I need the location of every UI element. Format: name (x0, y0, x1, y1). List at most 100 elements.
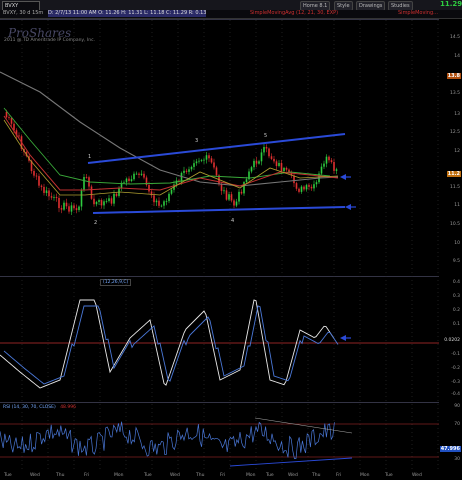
candle-body (183, 170, 185, 173)
candle-body (83, 177, 85, 191)
candle-body (265, 147, 268, 149)
candle-body (273, 158, 275, 162)
candle-body (255, 160, 258, 164)
candle-body (325, 156, 328, 164)
candle-body (168, 193, 170, 202)
chart-plot[interactable] (0, 0, 462, 480)
candle-body (155, 200, 158, 203)
candle-body (200, 160, 203, 161)
candle-body (323, 163, 325, 167)
lower-trend-line (92, 206, 346, 214)
candle-body (315, 182, 318, 185)
candle-body (95, 201, 98, 205)
candle-body (60, 208, 63, 210)
candle-body (33, 170, 35, 176)
candle-body (308, 185, 310, 187)
candle-body (130, 179, 133, 181)
candle-body (213, 162, 215, 168)
candle-body (250, 167, 253, 172)
candle-body (320, 166, 323, 174)
candle-body (260, 152, 263, 162)
candle-body (278, 162, 280, 166)
candle-body (85, 177, 88, 178)
candle-body (275, 161, 278, 166)
candle-body (158, 200, 160, 206)
candle-body (193, 163, 195, 167)
candle-body (10, 117, 13, 124)
candle-body (70, 205, 73, 212)
candle-body (8, 117, 10, 119)
candle-body (185, 170, 188, 172)
candle-body (215, 167, 218, 176)
candle-body (240, 191, 243, 194)
candle-body (135, 173, 138, 175)
candle-body (165, 201, 168, 202)
candle-body (245, 179, 248, 183)
candle-body (58, 197, 60, 209)
candle-body (78, 206, 80, 211)
candle-body (133, 173, 135, 180)
candle-body (205, 155, 208, 160)
candle-body (203, 159, 205, 161)
candle-body (238, 191, 240, 202)
candle-body (335, 169, 338, 171)
candle-body (230, 194, 233, 201)
candle-body (268, 148, 270, 157)
candle-body (50, 196, 53, 198)
candle-body (125, 178, 128, 183)
candle-body (98, 200, 100, 202)
candle-body (163, 201, 165, 206)
candle-body (295, 183, 298, 189)
candle-body (313, 184, 315, 189)
candle-body (263, 147, 265, 153)
candle-body (160, 205, 163, 207)
candle-body (225, 190, 228, 200)
candle-body (283, 167, 285, 172)
candle-body (73, 205, 75, 209)
candle-body (310, 186, 313, 189)
candle-body (93, 198, 95, 205)
candle-body (270, 156, 273, 159)
candle-body (190, 166, 193, 170)
candle-body (293, 175, 295, 184)
candle-body (253, 160, 255, 168)
candle-body (63, 202, 65, 210)
candle-body (243, 182, 245, 194)
candle-body (300, 186, 303, 192)
candle-body (105, 201, 108, 202)
candle-body (175, 180, 178, 185)
candle-body (195, 161, 198, 164)
candle-body (90, 186, 93, 199)
candle-body (5, 111, 8, 118)
candle-body (208, 155, 210, 159)
candle-body (235, 201, 238, 206)
candle-body (115, 193, 118, 196)
candle-body (48, 190, 50, 197)
candle-body (298, 188, 300, 192)
candle-body (305, 185, 308, 190)
candle-body (108, 198, 110, 202)
candle-body (223, 190, 225, 192)
candle-body (333, 162, 335, 171)
candle-body (55, 196, 58, 198)
candle-body (140, 173, 143, 175)
candle-body (328, 156, 330, 161)
candle-body (138, 173, 140, 175)
candle-body (35, 175, 38, 177)
candle-body (53, 196, 55, 198)
candle-body (103, 201, 105, 206)
candle-body (233, 200, 235, 206)
candle-body (43, 186, 45, 193)
candle-body (68, 206, 70, 212)
candle-body (113, 193, 115, 204)
candle-body (170, 189, 173, 194)
candle-body (153, 195, 155, 203)
upper-trend-line (87, 133, 346, 164)
candle-body (330, 160, 333, 163)
candle-body (228, 194, 230, 200)
candle-body (148, 184, 150, 192)
rsi-line (0, 421, 335, 459)
candle-body (303, 186, 305, 190)
candle-body (258, 161, 260, 164)
candle-body (80, 190, 83, 207)
